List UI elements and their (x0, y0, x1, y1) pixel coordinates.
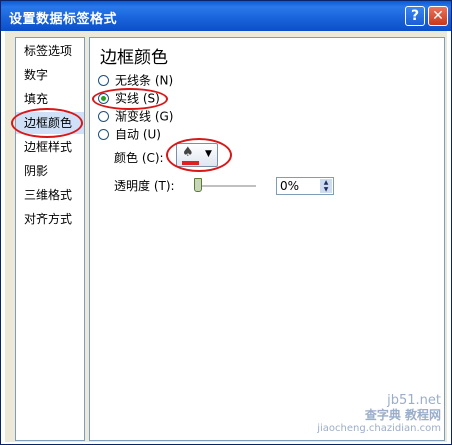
category-list: 标签选项 数字 填充 边框颜色 边框样式 阴影 三维格式 对齐方式 (11, 37, 85, 441)
format-data-labels-dialog: 设置数据标签格式 ? ✕ 标签选项 数字 填充 边框颜色 边框样式 阴影 三维格… (0, 0, 452, 445)
transparency-value: 0% (280, 179, 300, 193)
help-icon: ? (410, 8, 420, 24)
sidebar-item-alignment[interactable]: 对齐方式 (16, 208, 84, 230)
option-no-line-label: 无线条 (N) (115, 73, 174, 88)
watermark-url: jiaocheng.chazidian.com (317, 423, 441, 434)
highlight-ellipse-solid (92, 88, 168, 110)
option-gradient-line-label: 渐变线 (G) (115, 109, 174, 124)
radio-gradient-line[interactable] (98, 111, 109, 122)
sidebar-item-border-style[interactable]: 边框样式 (16, 136, 84, 158)
color-label: 颜色 (C): (114, 151, 164, 165)
option-no-line[interactable]: 无线条 (N) (98, 72, 173, 88)
transparency-slider-thumb[interactable] (194, 178, 202, 192)
highlight-ellipse-sidebar (11, 108, 83, 138)
watermark-site: jb51.net (387, 393, 441, 408)
option-automatic-label: 自动 (U) (115, 127, 161, 142)
spin-buttons-icon[interactable]: ▲ ▼ (320, 179, 332, 193)
highlight-ellipse-color (166, 138, 232, 172)
transparency-label: 透明度 (T): (114, 179, 175, 193)
sidebar-item-label-options[interactable]: 标签选项 (16, 40, 84, 62)
title-bar: 设置数据标签格式 ? ✕ (1, 1, 451, 31)
option-automatic[interactable]: 自动 (U) (98, 126, 161, 142)
sidebar-item-fill[interactable]: 填充 (16, 88, 84, 110)
radio-no-line[interactable] (98, 75, 109, 86)
help-button[interactable]: ? (405, 6, 425, 26)
radio-automatic[interactable] (98, 129, 109, 140)
dialog-body: 标签选项 数字 填充 边框颜色 边框样式 阴影 三维格式 对齐方式 边框颜色 无… (5, 31, 447, 442)
settings-panel: 边框颜色 无线条 (N) 实线 (S) 渐变线 (G) 自动 (U) 颜色 (C… (89, 37, 445, 441)
close-button[interactable]: ✕ (428, 6, 448, 26)
transparency-input[interactable]: 0% ▲ ▼ (276, 177, 334, 195)
close-icon: ✕ (432, 8, 444, 24)
section-title: 边框颜色 (100, 48, 168, 68)
sidebar-item-3d-format[interactable]: 三维格式 (16, 184, 84, 206)
dialog-title: 设置数据标签格式 (9, 12, 118, 27)
watermark: jb51.net 查字典 教程网 jiaocheng.chazidian.com (317, 394, 441, 436)
sidebar-item-shadow[interactable]: 阴影 (16, 160, 84, 182)
option-gradient-line[interactable]: 渐变线 (G) (98, 108, 173, 124)
watermark-brand: 查字典 教程网 (364, 408, 441, 422)
transparency-slider-track[interactable] (196, 185, 256, 188)
sidebar-item-number[interactable]: 数字 (16, 64, 84, 86)
